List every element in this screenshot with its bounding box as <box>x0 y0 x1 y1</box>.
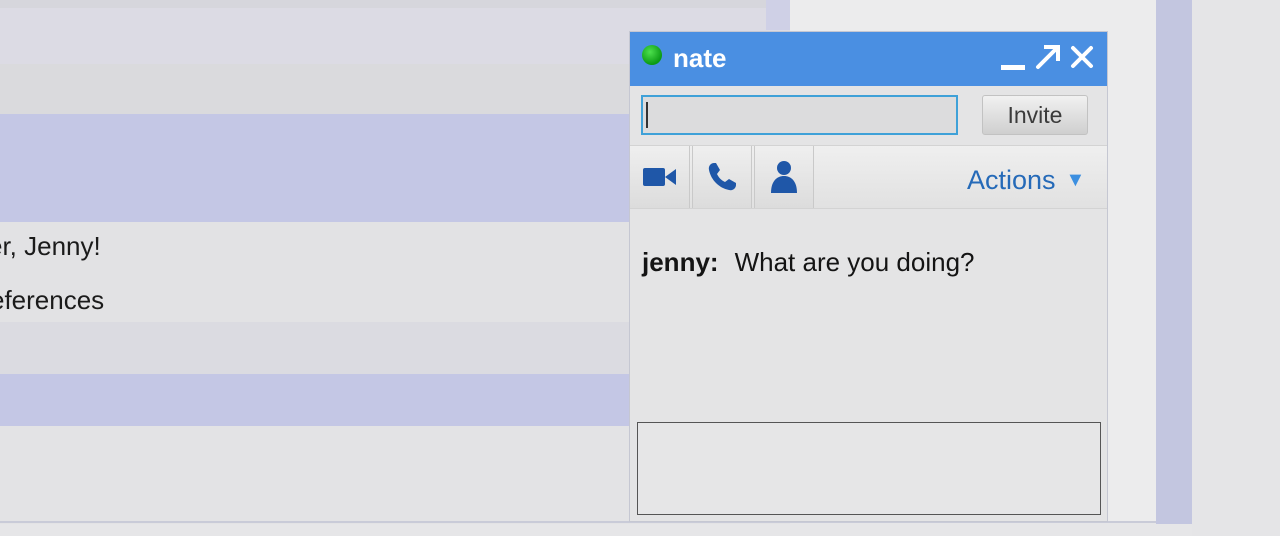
popout-button[interactable] <box>1033 40 1063 74</box>
text-cursor <box>646 102 648 128</box>
close-icon <box>1071 46 1093 68</box>
chat-title: nate <box>673 43 727 73</box>
invite-button[interactable]: Invite <box>982 95 1088 135</box>
voice-call-button[interactable] <box>692 146 752 208</box>
person-icon <box>771 161 797 193</box>
close-button[interactable] <box>1067 40 1097 74</box>
message-sender: jenny: <box>642 247 719 277</box>
message-text: What are you doing? <box>734 247 975 277</box>
actions-label: Actions <box>967 165 1056 195</box>
phone-icon <box>708 163 736 191</box>
chat-toolbar: Actions ▼ <box>630 145 1107 209</box>
minimize-button[interactable] <box>998 40 1028 74</box>
video-camera-icon <box>642 168 676 186</box>
profile-button[interactable] <box>754 146 814 208</box>
chevron-down-icon: ▼ <box>1065 169 1086 191</box>
green-status-icon <box>642 45 662 65</box>
list-row[interactable] <box>0 0 790 8</box>
list-item-text[interactable]: eferences <box>0 285 104 316</box>
minimize-icon <box>1001 64 1025 70</box>
video-call-button[interactable] <box>630 146 690 208</box>
list-item-text[interactable]: er, Jenny! <box>0 231 101 262</box>
chat-message: jenny: What are you doing? <box>642 247 975 278</box>
actions-menu[interactable]: Actions ▼ <box>967 165 1085 196</box>
scrollbar[interactable] <box>1156 0 1192 524</box>
chat-header[interactable]: nate <box>630 32 1107 86</box>
chat-window: nate Invite Actions ▼ jenny: What are yo… <box>629 31 1108 522</box>
list-edge <box>766 0 790 30</box>
invite-input[interactable] <box>641 95 958 135</box>
page-margin <box>1192 0 1280 536</box>
popout-arrow-icon <box>1036 45 1060 69</box>
screen: er, Jenny! eferences nate <box>0 0 1280 536</box>
message-compose-field[interactable] <box>637 422 1101 515</box>
